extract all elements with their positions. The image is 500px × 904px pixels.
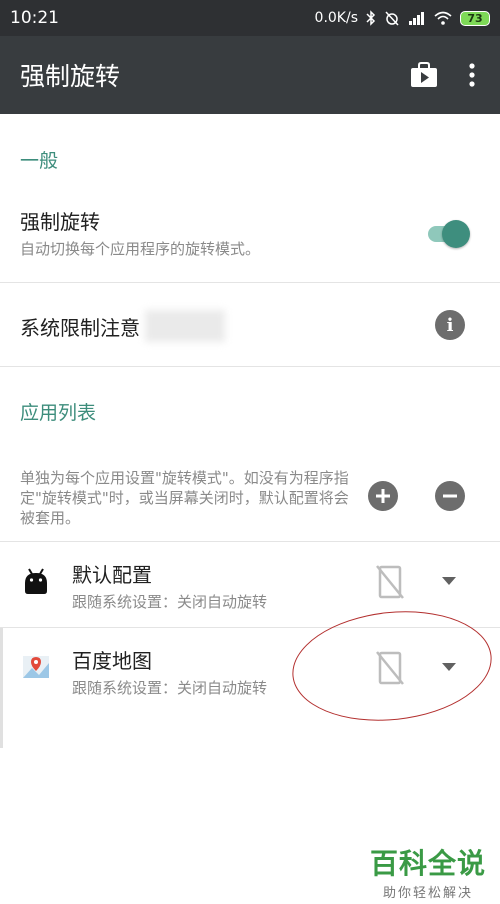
app-name: 默认配置 bbox=[72, 563, 152, 587]
page-title: 强制旋转 bbox=[20, 62, 121, 91]
remove-icon bbox=[443, 494, 457, 498]
app-bar: 强制旋转 bbox=[0, 36, 500, 114]
baidu-map-icon bbox=[23, 656, 49, 678]
android-icon bbox=[25, 568, 47, 594]
network-speed: 0.0K/s bbox=[314, 10, 358, 26]
status-time: 10:21 bbox=[10, 8, 59, 28]
left-edge-strip bbox=[0, 628, 3, 748]
info-icon[interactable]: i bbox=[435, 310, 465, 340]
alarm-off-icon bbox=[385, 11, 399, 26]
section-general-heading: 一般 bbox=[20, 150, 59, 172]
divider bbox=[0, 541, 500, 542]
chevron-down-icon[interactable] bbox=[442, 577, 456, 585]
app-status: 跟随系统设置：关闭自动旋转 bbox=[72, 679, 268, 697]
divider bbox=[0, 282, 500, 283]
force-rotate-title: 强制旋转 bbox=[20, 210, 100, 234]
watermark-brand: 百科全说 bbox=[369, 847, 486, 880]
bluetooth-icon bbox=[366, 10, 376, 26]
play-store-icon bbox=[411, 62, 437, 87]
wifi-icon bbox=[434, 11, 452, 25]
signal-icon bbox=[409, 12, 424, 25]
force-rotate-subtitle: 自动切换每个应用程序的旋转模式。 bbox=[20, 240, 261, 258]
divider bbox=[0, 366, 500, 367]
more-options-button[interactable] bbox=[448, 51, 496, 99]
add-app-button[interactable] bbox=[368, 481, 398, 511]
screen-lock-rotation-icon[interactable] bbox=[376, 565, 404, 599]
add-icon bbox=[376, 489, 390, 503]
force-rotate-row[interactable]: 强制旋转 自动切换每个应用程序的旋转模式。 bbox=[0, 196, 500, 280]
remove-app-button[interactable] bbox=[435, 481, 465, 511]
system-limit-title: 系统限制注意 bbox=[20, 316, 140, 340]
app-name: 百度地图 bbox=[72, 649, 152, 673]
apps-description: 单独为每个应用设置"旋转模式"。如没有为程序指定"旋转模式"时，或当屏幕关闭时，… bbox=[20, 469, 349, 527]
status-bar: 10:21 0.0K/s 73 bbox=[0, 0, 500, 36]
section-apps-heading: 应用列表 bbox=[20, 402, 97, 424]
force-rotate-toggle[interactable] bbox=[426, 218, 472, 248]
watermark: 百科全说 助你轻松解决 bbox=[370, 842, 486, 901]
play-store-button[interactable] bbox=[400, 51, 448, 99]
app-status: 跟随系统设置：关闭自动旋转 bbox=[72, 593, 268, 611]
watermark-slogan: 助你轻松解决 bbox=[382, 886, 473, 901]
battery-icon: 73 bbox=[460, 10, 490, 26]
blurred-text-overlay bbox=[145, 310, 225, 342]
more-vert-icon bbox=[469, 63, 475, 87]
system-limit-row[interactable]: 系统限制注意 i bbox=[0, 284, 500, 364]
